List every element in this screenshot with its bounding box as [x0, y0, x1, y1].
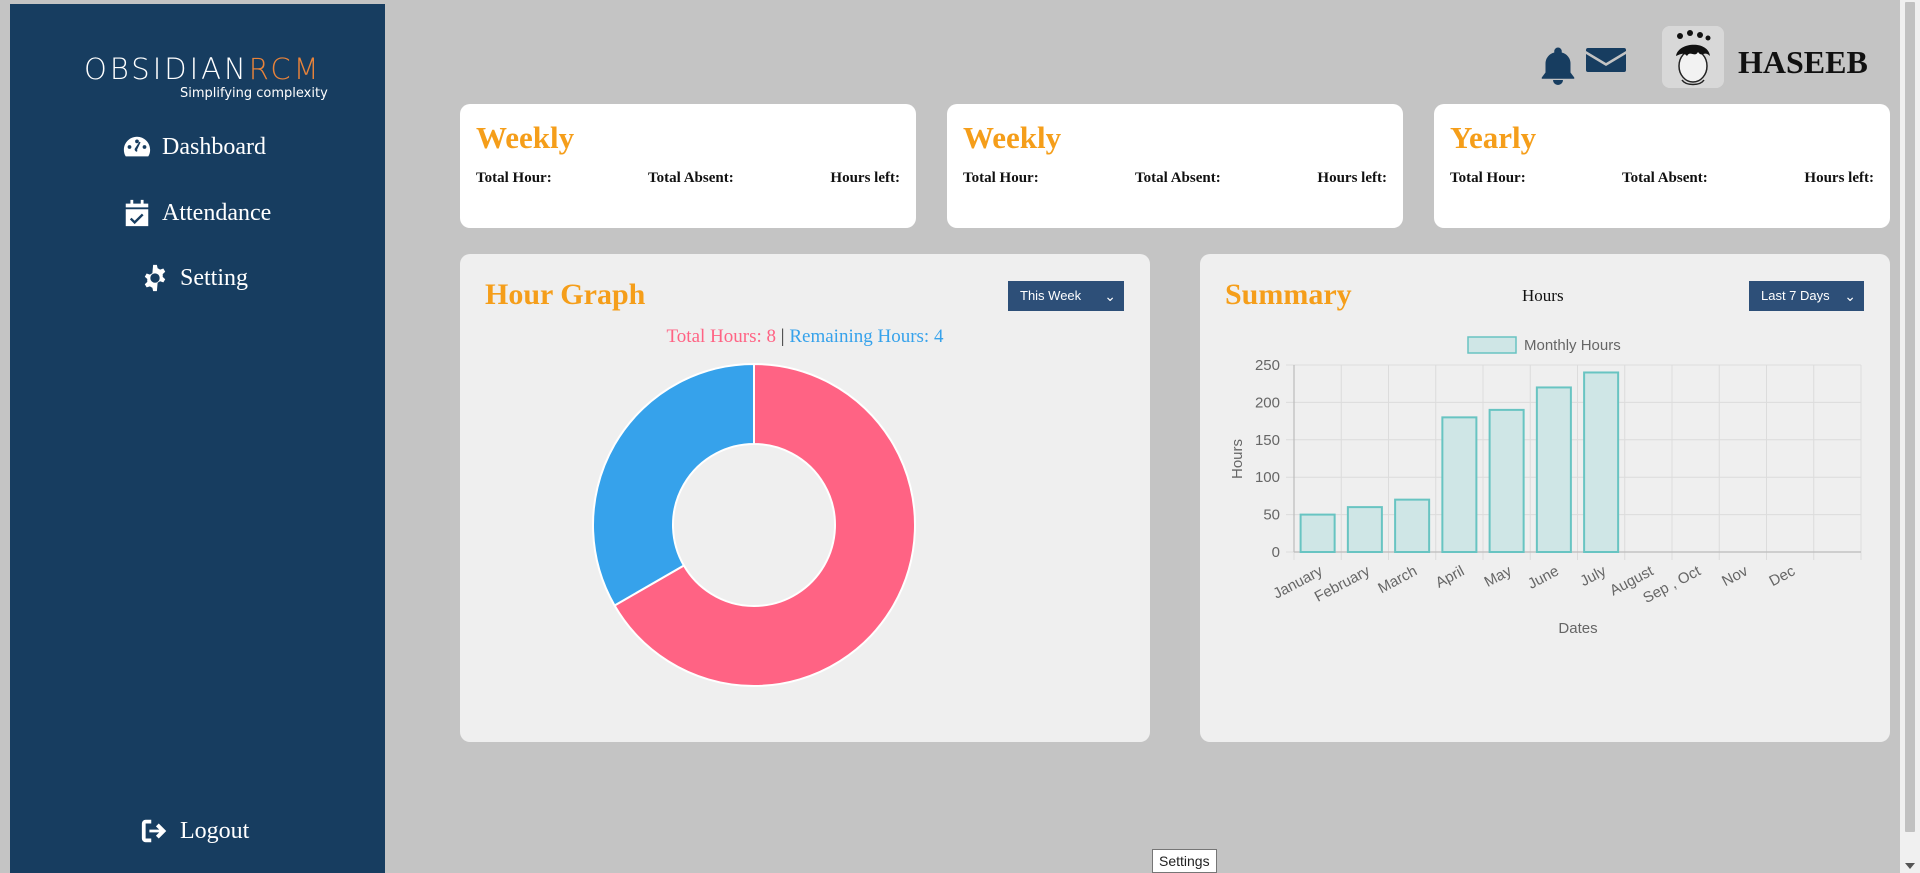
bar-june[interactable]: [1535, 386, 1572, 553]
hours-left-label: Hours left:: [830, 170, 900, 186]
bar-april[interactable]: [1441, 416, 1478, 553]
summary-panel: Summary Hours Last 7 Days ⌄ Monthly Hour…: [1200, 254, 1890, 742]
logo-tagline: Simplifying complexity: [180, 86, 328, 101]
username: HASEEB: [1738, 44, 1868, 80]
total-absent-label: Total Absent:: [1135, 170, 1221, 186]
weekly-card: Weekly Total Hour: Total Absent: Hours l…: [460, 104, 916, 228]
scrollbar-thumb[interactable]: [1905, 2, 1915, 832]
total-hour-label: Total Hour:: [476, 170, 552, 186]
total-hour-label: Total Hour:: [963, 170, 1039, 186]
envelope-icon: [1586, 48, 1626, 72]
yearly-card: Yearly Total Hour: Total Absent: Hours l…: [1434, 104, 1890, 228]
total-hour-label: Total Hour:: [1450, 170, 1526, 186]
legend-label: Monthly Hours: [1524, 337, 1621, 354]
donut-slice-remaining-hours[interactable]: [592, 362, 755, 607]
total-absent-label: Total Absent:: [648, 170, 734, 186]
avatar-illustration: [1662, 26, 1724, 88]
y-tick-label: 50: [1263, 507, 1280, 524]
x-tick-label: June: [1525, 563, 1562, 593]
obsidian-rcm-logo: OBSIDIANRCM Simplifying complexity: [84, 52, 328, 104]
avatar[interactable]: [1662, 26, 1724, 88]
total-absent-label: Total Absent:: [1622, 170, 1708, 186]
y-tick-label: 0: [1272, 544, 1280, 561]
bar-july[interactable]: [1583, 371, 1620, 554]
sidebar-item-label: Dashboard: [162, 133, 266, 160]
sidebar-item-attendance[interactable]: Attendance: [122, 198, 271, 228]
x-axis-title: Dates: [1558, 620, 1597, 637]
card-title: Weekly: [963, 120, 1062, 155]
logout-label: Logout: [180, 817, 250, 844]
logo-accent-text: RCM: [248, 52, 322, 86]
scroll-down-arrow-icon[interactable]: [1905, 863, 1915, 869]
y-axis-title: Hours: [1229, 439, 1246, 479]
sidebar-item-setting[interactable]: Setting: [140, 263, 248, 293]
hours-left-label: Hours left:: [1804, 170, 1874, 186]
scrollbar[interactable]: [1900, 0, 1920, 873]
sidebar-item-label: Setting: [180, 264, 249, 291]
hours-left-label: Hours left:: [1317, 170, 1387, 186]
messages-button[interactable]: [1586, 44, 1626, 81]
sidebar-item-dashboard[interactable]: Dashboard: [122, 132, 266, 162]
logout-button[interactable]: Logout: [140, 816, 249, 846]
hours-donut-chart: [592, 362, 916, 687]
x-tick-label: April: [1433, 563, 1467, 592]
y-tick-label: 150: [1255, 432, 1280, 449]
bar-january[interactable]: [1299, 513, 1336, 554]
monthly-hours-bar-chart: Monthly Hours050100150200250JanuaryFebru…: [1229, 336, 1862, 637]
sidebar-item-label: Attendance: [162, 199, 272, 226]
y-tick-label: 200: [1255, 394, 1280, 411]
window-edge: [0, 0, 10, 873]
x-tick-label: March: [1375, 563, 1420, 598]
bar-march[interactable]: [1394, 498, 1431, 553]
x-tick-label: Nov: [1719, 562, 1751, 590]
hour-graph-panel: Hour Graph This Week ⌄ Total Hours: 8 | …: [460, 254, 1150, 742]
card-title: Yearly: [1450, 120, 1537, 155]
y-tick-label: 250: [1255, 357, 1280, 374]
gear-icon: [144, 264, 166, 292]
bell-icon: [1541, 47, 1575, 85]
dashboard-gauge-icon: [123, 136, 151, 157]
weekly-card-2: Weekly Total Hour: Total Absent: Hours l…: [947, 104, 1403, 228]
calendar-check-icon: [125, 199, 149, 227]
bar-may[interactable]: [1488, 408, 1525, 553]
sidebar: OBSIDIANRCM Simplifying complexity Dashb…: [10, 4, 385, 873]
x-tick-label: May: [1481, 562, 1514, 591]
logout-icon: [141, 819, 167, 843]
y-tick-label: 100: [1255, 469, 1280, 486]
bar-february[interactable]: [1346, 506, 1383, 553]
logo-main-text: OBSIDIAN: [84, 52, 249, 86]
legend-swatch: [1467, 336, 1517, 354]
settings-tooltip: Settings: [1152, 849, 1217, 873]
card-title: Weekly: [476, 120, 575, 155]
logo-wordmark: OBSIDIANRCM: [84, 52, 324, 86]
x-tick-label: Dec: [1766, 562, 1798, 590]
notifications-button[interactable]: [1538, 45, 1578, 90]
x-tick-label: February: [1312, 562, 1373, 605]
x-tick-label: July: [1577, 562, 1609, 590]
